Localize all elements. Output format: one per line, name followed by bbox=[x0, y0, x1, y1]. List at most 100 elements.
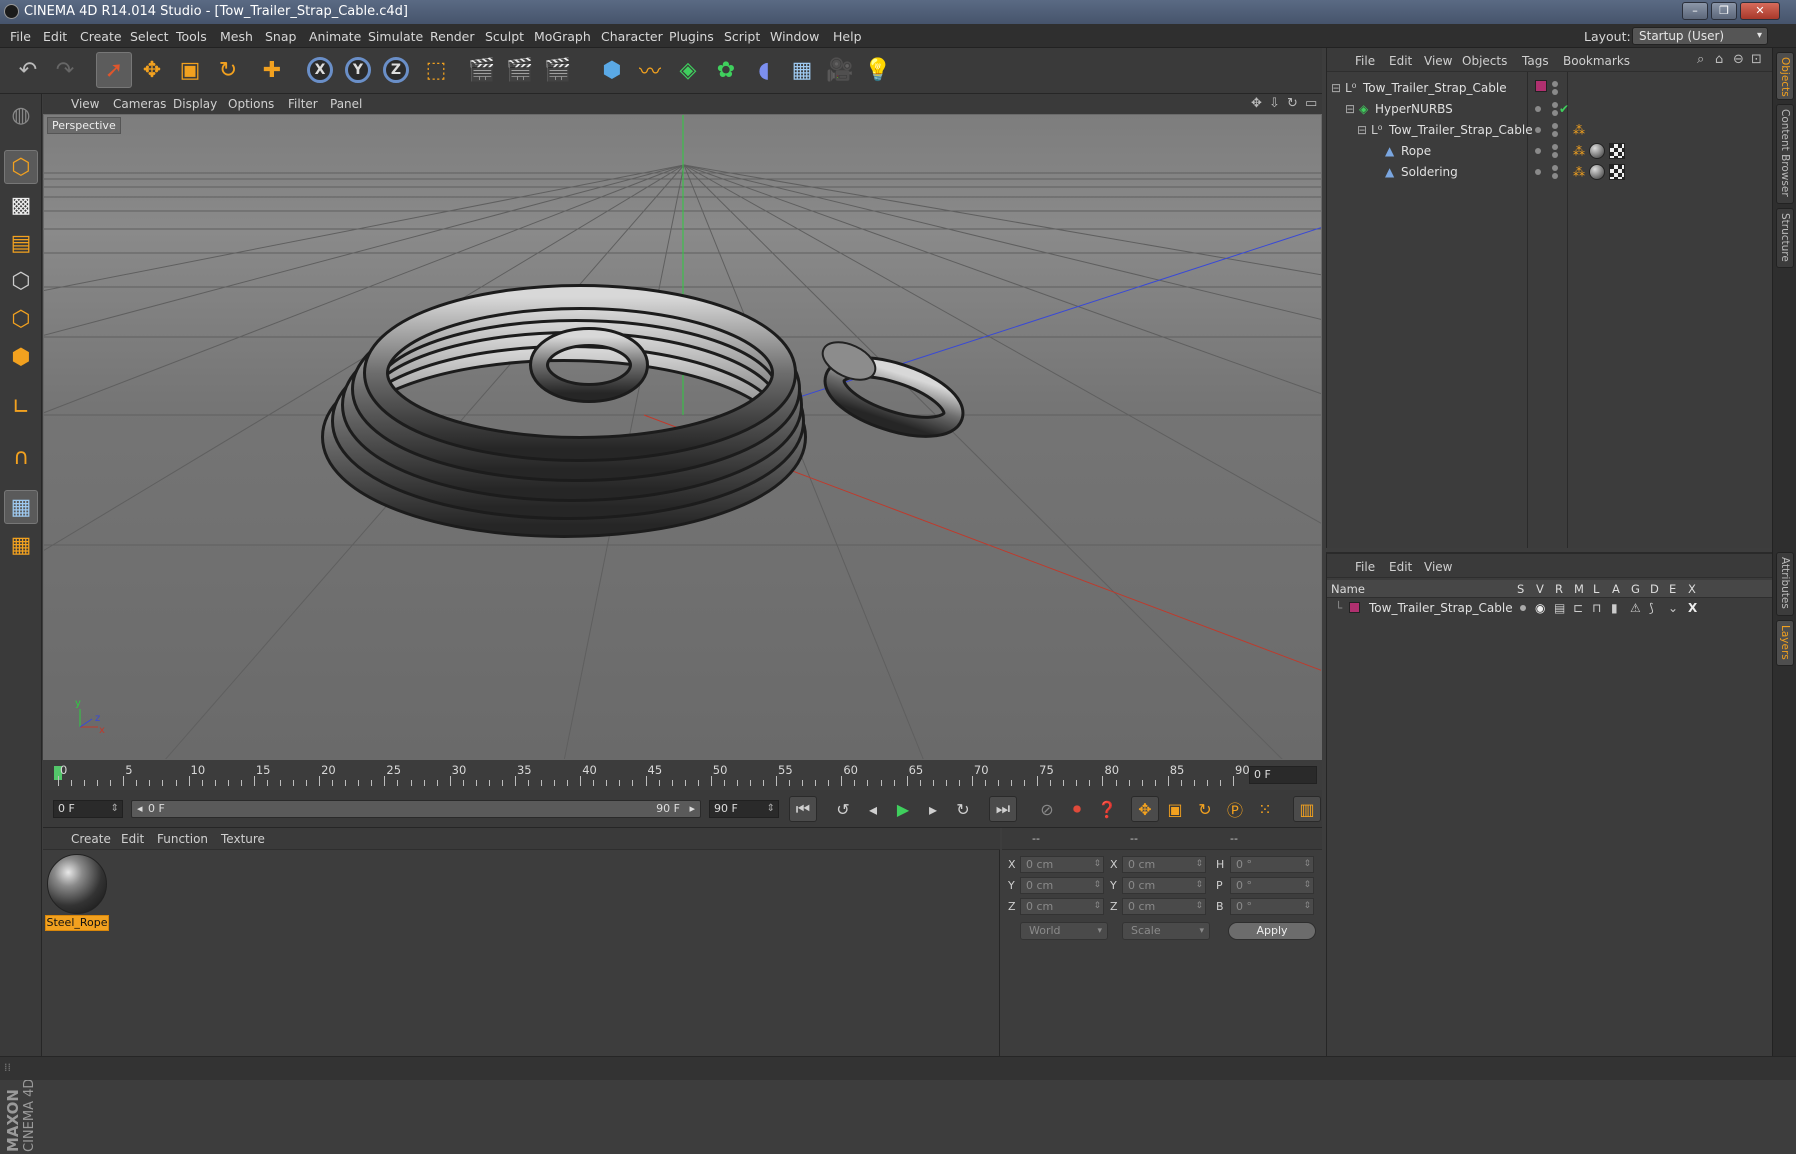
viewport-rotate-icon[interactable]: ↻ bbox=[1287, 96, 1298, 111]
object-menu-file[interactable]: File bbox=[1355, 54, 1375, 68]
coord-rot-b-field[interactable]: 0 ° bbox=[1230, 898, 1314, 915]
viewport-menu-filter[interactable]: Filter bbox=[288, 97, 318, 111]
layer-col-expressions[interactable]: E bbox=[1669, 582, 1676, 596]
layer-animation-icon[interactable]: ▮ bbox=[1611, 601, 1618, 615]
phong-tag-icon[interactable]: ⁂ bbox=[1573, 123, 1585, 137]
viewport-menu-view[interactable]: View bbox=[71, 97, 99, 111]
record-scale-button[interactable]: ▣ bbox=[1161, 796, 1189, 822]
add-array-button[interactable]: ✿ bbox=[708, 52, 744, 88]
coord-pos-x-field[interactable]: 0 cm bbox=[1020, 856, 1104, 873]
object-menu-bookmarks[interactable]: Bookmarks bbox=[1563, 54, 1630, 68]
layer-col-xref[interactable]: X bbox=[1688, 582, 1696, 596]
phong-tag-icon[interactable]: ⁂ bbox=[1573, 144, 1585, 158]
menu-window[interactable]: Window bbox=[770, 29, 819, 44]
apply-button[interactable]: Apply bbox=[1228, 922, 1316, 940]
material-menu-function[interactable]: Function bbox=[157, 832, 208, 846]
menu-render[interactable]: Render bbox=[430, 29, 475, 44]
points-mode-button[interactable]: ⬡ bbox=[4, 264, 38, 298]
menu-character[interactable]: Character bbox=[601, 29, 663, 44]
recent-tools-button[interactable]: ✚ bbox=[254, 52, 290, 88]
layer-deformers-icon[interactable]: ⟆ bbox=[1649, 601, 1654, 615]
axis-mode-button[interactable]: ∟ bbox=[4, 390, 38, 424]
layer-col-render[interactable]: R bbox=[1555, 582, 1563, 596]
collapse-icon[interactable]: ⊟ bbox=[1357, 123, 1367, 137]
render-picture-viewer-button[interactable]: 🎬 bbox=[502, 52, 538, 88]
menu-tools[interactable]: Tools bbox=[176, 29, 207, 44]
collapse-icon[interactable]: ⊟ bbox=[1345, 102, 1355, 116]
menu-snap[interactable]: Snap bbox=[265, 29, 296, 44]
edges-mode-button[interactable]: ⬡ bbox=[4, 302, 38, 336]
undo-button[interactable]: ↶ bbox=[10, 52, 46, 88]
go-to-end-button[interactable]: ⏭ bbox=[989, 796, 1017, 822]
coordinate-space-dropdown[interactable]: World bbox=[1020, 922, 1108, 940]
add-floor-button[interactable]: ▦ bbox=[784, 52, 820, 88]
maximize-button[interactable]: ❐ bbox=[1711, 2, 1737, 20]
end-frame-field[interactable]: 90 F bbox=[709, 800, 779, 818]
add-spline-button[interactable]: 〰 bbox=[632, 52, 668, 88]
menu-simulate[interactable]: Simulate bbox=[368, 29, 423, 44]
object-menu-view[interactable]: View bbox=[1424, 54, 1452, 68]
search-icon[interactable]: ⌕ bbox=[1697, 52, 1704, 67]
layer-solo-toggle[interactable] bbox=[1520, 605, 1526, 611]
y-axis-lock-button[interactable]: Y bbox=[340, 52, 376, 88]
render-dot[interactable] bbox=[1552, 131, 1558, 137]
coord-size-z-field[interactable]: 0 cm bbox=[1122, 898, 1206, 915]
layer-render-clapper-icon[interactable]: ▤ bbox=[1554, 601, 1565, 615]
coord-pos-y-field[interactable]: 0 cm bbox=[1020, 877, 1104, 894]
viewport-move-icon[interactable]: ✥ bbox=[1251, 96, 1262, 111]
move-tool-button[interactable]: ✥ bbox=[134, 52, 170, 88]
scale-tool-button[interactable]: ▣ bbox=[172, 52, 208, 88]
object-row[interactable]: ⊟ L⁰ Tow_Trailer_Strap_Cable ⁂ bbox=[1327, 120, 1773, 141]
play-forward-button[interactable]: ▶ bbox=[889, 796, 917, 822]
layer-generators-icon[interactable]: ⚠ bbox=[1630, 601, 1641, 615]
layer-menu-edit[interactable]: Edit bbox=[1389, 560, 1412, 574]
menu-select[interactable]: Select bbox=[130, 29, 169, 44]
viewport-camera-label[interactable]: Perspective bbox=[47, 117, 121, 134]
record-parameter-button[interactable]: Ⓟ bbox=[1221, 796, 1249, 822]
menu-sculpt[interactable]: Sculpt bbox=[485, 29, 524, 44]
render-dot[interactable] bbox=[1552, 89, 1558, 95]
viewport-menu-options[interactable]: Options bbox=[228, 97, 274, 111]
layer-expressions-icon[interactable]: ⌄ bbox=[1668, 601, 1678, 615]
tab-attributes[interactable]: Attributes bbox=[1776, 552, 1794, 616]
layer-col-solo[interactable]: S bbox=[1517, 582, 1524, 596]
lock-workplane-button[interactable]: ▦ bbox=[4, 490, 38, 524]
object-row[interactable]: ▲ Rope ⁂ bbox=[1327, 141, 1773, 162]
material-tag-icon[interactable] bbox=[1589, 143, 1605, 159]
uvw-tag-icon[interactable] bbox=[1609, 143, 1625, 159]
menu-mograph[interactable]: MoGraph bbox=[534, 29, 591, 44]
layer-col-locked[interactable]: L bbox=[1593, 582, 1599, 596]
menu-script[interactable]: Script bbox=[724, 29, 760, 44]
keyframe-selection-button[interactable]: ❓ bbox=[1093, 796, 1121, 822]
planar-workplane-button[interactable]: ▦ bbox=[4, 528, 38, 562]
current-frame-field[interactable]: 0 F bbox=[1249, 766, 1317, 784]
render-dot[interactable] bbox=[1552, 110, 1558, 116]
visibility-dot[interactable] bbox=[1552, 144, 1558, 150]
tab-content-browser[interactable]: Content Browser bbox=[1776, 104, 1794, 204]
render-view-button[interactable]: 🎬 bbox=[464, 52, 500, 88]
render-dot[interactable] bbox=[1552, 152, 1558, 158]
menu-create[interactable]: Create bbox=[80, 29, 122, 44]
viewport-menu-display[interactable]: Display bbox=[173, 97, 217, 111]
snap-button[interactable]: ∩ bbox=[4, 440, 38, 474]
record-position-button[interactable]: ✥ bbox=[1131, 796, 1159, 822]
coord-size-x-field[interactable]: 0 cm bbox=[1122, 856, 1206, 873]
add-cube-button[interactable]: ⬢ bbox=[594, 52, 630, 88]
minimize-button[interactable]: – bbox=[1682, 2, 1708, 20]
previous-keyframe-button[interactable]: ↺ bbox=[829, 796, 857, 822]
preview-range-slider[interactable]: ◂ 0 F 90 F ▸ bbox=[131, 800, 701, 818]
tab-objects[interactable]: Objects bbox=[1776, 52, 1794, 100]
layer-view-eye-icon[interactable]: ◉ bbox=[1535, 601, 1545, 615]
layer-col-manager[interactable]: M bbox=[1574, 582, 1584, 596]
viewport-zoom-icon[interactable]: ⇩ bbox=[1269, 96, 1280, 111]
visibility-dot[interactable] bbox=[1552, 81, 1558, 87]
layer-col-name[interactable]: Name bbox=[1331, 582, 1365, 596]
record-rotation-button[interactable]: ↻ bbox=[1191, 796, 1219, 822]
rotate-tool-button[interactable]: ↻ bbox=[210, 52, 246, 88]
layer-col-animation[interactable]: A bbox=[1612, 582, 1620, 596]
object-row[interactable]: ▲ Soldering ⁂ bbox=[1327, 162, 1773, 183]
timeline-button[interactable]: ▥ bbox=[1293, 796, 1321, 822]
tab-layers[interactable]: Layers bbox=[1776, 620, 1794, 666]
coordinate-mode-dropdown[interactable]: Scale bbox=[1122, 922, 1210, 940]
layer-manager-tree-icon[interactable]: ⊏ bbox=[1573, 601, 1583, 615]
